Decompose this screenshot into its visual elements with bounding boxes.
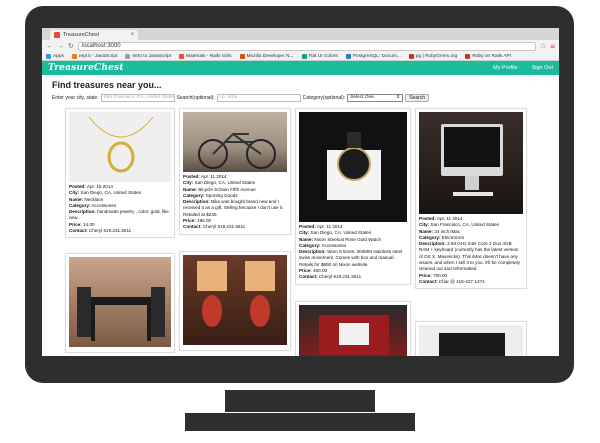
listing-card[interactable] [295, 301, 411, 356]
reload-icon[interactable]: ↻ [68, 42, 74, 50]
listing-image[interactable] [419, 325, 523, 356]
city-label: Enter your city, state: [52, 95, 99, 101]
my-profile-link[interactable]: My Profile [493, 65, 517, 71]
red-item-image [319, 315, 389, 355]
address-bar[interactable]: localhost:3000 [77, 41, 537, 51]
bookmark-item[interactable]: pg | RubyGems.org [408, 53, 457, 59]
category-label: Category(optional): [302, 95, 346, 101]
bookmark-icon [71, 53, 77, 59]
select-arrows-icon: ⇕ [396, 95, 401, 100]
bookmark-item[interactable]: Mozilla Developer N... [239, 53, 294, 59]
forward-icon[interactable]: → [57, 43, 64, 50]
bookmark-icon [239, 53, 245, 59]
bookmark-item[interactable]: Ruby on Rails API [465, 53, 511, 59]
listing-card[interactable]: Posted: Apr. 11 2014 City: San Diego, CA… [179, 108, 291, 235]
listing-description: Description: handmade jewelry , color: g… [69, 209, 169, 221]
bookmark-item[interactable]: Materials - Rails Girls [179, 53, 232, 59]
city-input[interactable]: San Francisco, CA, United States [100, 94, 175, 102]
listing-image[interactable] [183, 112, 287, 172]
monitor-stand-base [185, 413, 415, 431]
bookmark-icon [301, 53, 307, 59]
back-icon[interactable]: ← [46, 43, 53, 50]
watch-image [327, 132, 381, 200]
browser-menu-icon[interactable]: ≡ [550, 42, 555, 51]
listing-contact: Contact: Cheryl 619.231.5611 [299, 274, 362, 280]
imac-image [441, 124, 503, 196]
app-navbar: TreasureChest My Profile Sign Out [42, 61, 559, 75]
category-select[interactable]: Select One ⇕ [347, 94, 404, 102]
app-logo[interactable]: TreasureChest [48, 63, 124, 73]
bookmark-item[interactable]: repl.it - JavaScript [71, 53, 117, 59]
sign-out-link[interactable]: Sign Out [532, 65, 553, 71]
listing-card[interactable]: Posted: Apr. 15 2014 City: San Diego, CA… [65, 108, 175, 239]
listing-description: Description: 2.93 GHz Intel Core 2 Duo 4… [419, 241, 520, 272]
monitor-screen: TreasureChest × ← → ↻ localhost:3000 ☆ ≡… [42, 28, 559, 356]
listing-contact: Contact: Char @ 415-427-1374 [419, 278, 485, 284]
bookmark-icon [465, 53, 471, 59]
bookmark-item[interactable]: Intro to JavaScript [125, 53, 171, 59]
search-label: Search(optional): [176, 95, 215, 101]
bookmark-icon [125, 53, 131, 59]
favicon-icon [54, 32, 60, 38]
necklace-image [88, 116, 154, 173]
bookmark-item[interactable]: PostgreSQL: Docum... [345, 53, 401, 59]
browser-tab[interactable]: TreasureChest × [50, 30, 138, 40]
lamps-image [197, 261, 275, 327]
listing-description: Description: Bike was bought brand new a… [183, 199, 284, 217]
search-button[interactable]: Search [405, 94, 430, 102]
listing-image[interactable] [69, 257, 171, 347]
chairs-image [77, 287, 165, 341]
listing-contact: Contact: Cheryl 619.231.5611 [69, 228, 132, 234]
bookmark-item[interactable]: Apps [46, 53, 64, 59]
listing-image[interactable] [183, 255, 287, 345]
listing-image[interactable] [299, 112, 407, 222]
browser-toolbar: ← → ↻ localhost:3000 ☆ ≡ [42, 40, 559, 52]
listing-card[interactable]: Posted: Apr. 11 2014 City: San Francisco… [415, 108, 527, 290]
bookmark-icon [179, 53, 184, 59]
tab-title: TreasureChest [63, 32, 100, 38]
search-input[interactable]: i.e. Sofa [216, 94, 301, 102]
listing-card[interactable] [179, 251, 291, 351]
listing-image[interactable] [69, 112, 171, 182]
listing-contact: Contact: Cheryl 619.231.5611 [183, 224, 246, 230]
search-form: Enter your city, state: San Francisco, C… [52, 94, 549, 102]
listing-description: Description: Worn 8 times. 300MM stainle… [299, 249, 403, 267]
listing-image[interactable] [299, 305, 407, 356]
tv-image [439, 333, 505, 356]
bookmark-icon [345, 53, 351, 59]
listings-grid: Posted: Apr. 15 2014 City: San Diego, CA… [52, 108, 549, 356]
listing-image[interactable] [419, 112, 523, 214]
bookmarks-bar: Apps repl.it - JavaScript Intro to JavaS… [42, 52, 559, 61]
bicycle-image [198, 132, 276, 169]
page-title: Find treasures near you... [52, 80, 162, 90]
monitor-stand-neck [225, 390, 375, 412]
listing-card[interactable] [415, 321, 527, 356]
listing-card[interactable]: Posted: Apr. 11 2014 City: San Diego, CA… [295, 108, 411, 285]
bookmark-star-icon[interactable]: ☆ [540, 42, 546, 50]
main-content: Find treasures near you... Enter your ci… [42, 75, 559, 356]
apps-icon [46, 53, 51, 59]
bookmark-item[interactable]: Flat UI Colors [301, 53, 338, 59]
listing-card[interactable] [65, 253, 175, 353]
bookmark-icon [408, 53, 414, 59]
close-tab-icon[interactable]: × [130, 32, 134, 38]
browser-tab-bar: TreasureChest × [42, 28, 559, 40]
